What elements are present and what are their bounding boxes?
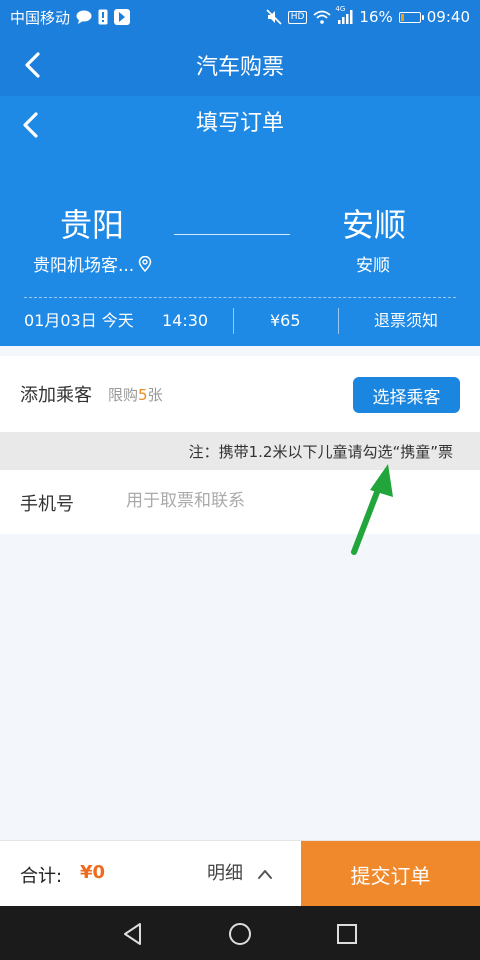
- limit-prefix: 限购: [108, 386, 139, 404]
- child-ticket-note-text: 注：携带1.2米以下儿童请勾选“携童”票: [188, 443, 453, 461]
- battery-percent: 16%: [359, 8, 393, 26]
- wifi-icon: [313, 10, 332, 24]
- hd-badge: HD: [287, 10, 308, 24]
- trip-info-bar: 01月03日 今天 14:30 ¥65 退票须知: [0, 308, 480, 334]
- submit-order-button[interactable]: 提交订单: [301, 841, 480, 907]
- alert-icon: [98, 9, 108, 25]
- choose-passenger-button[interactable]: 选择乘客: [353, 377, 460, 413]
- refund-notice-link[interactable]: 退票须知: [374, 308, 438, 334]
- child-ticket-note: 注：携带1.2米以下儿童请勾选“携童”票: [0, 432, 480, 470]
- ticket-price: ¥65: [270, 311, 301, 330]
- departure-date: 01月03日 今天: [24, 311, 134, 330]
- order-title: 填写订单: [195, 111, 284, 136]
- nav-home-icon[interactable]: [225, 919, 255, 949]
- from-city: 贵阳: [60, 206, 125, 244]
- phone-row: 手机号: [0, 470, 480, 534]
- annotation-arrow-icon: [351, 464, 393, 555]
- dashed-divider: [24, 297, 456, 298]
- battery-icon: [398, 11, 424, 23]
- bottom-bar: 合计: ¥0 明细 提交订单: [0, 840, 480, 907]
- limit-count: 5: [138, 386, 148, 404]
- message-icon: [76, 10, 92, 24]
- app-title: 汽车购票: [195, 55, 284, 80]
- back-chevron-icon[interactable]: [18, 48, 48, 82]
- app-notification-icon: [114, 9, 131, 25]
- detail-toggle[interactable]: 明细: [207, 859, 243, 885]
- phone-label: 手机号: [20, 494, 74, 515]
- info-separator: [233, 308, 234, 334]
- departure-time: 14:30: [162, 311, 209, 330]
- to-city: 安顺: [342, 206, 407, 244]
- clock: 09:40: [426, 8, 470, 26]
- location-pin-icon: [138, 255, 152, 272]
- battery-fill: [400, 13, 404, 21]
- purchase-limit: 限购5张: [108, 384, 163, 405]
- info-separator: [338, 308, 339, 334]
- add-passenger-row: 添加乘客 限购5张 选择乘客: [0, 356, 480, 432]
- nav-recents-icon[interactable]: [332, 919, 362, 949]
- signal-badge: 4G: [335, 5, 346, 13]
- total-value: ¥0: [80, 862, 106, 883]
- add-passenger-label: 添加乘客: [20, 385, 92, 406]
- from-station[interactable]: 贵阳机场客...: [33, 251, 152, 276]
- signal-icon: 4G: [335, 5, 353, 24]
- order-header: 填写订单 贵阳 安顺 贵阳机场客... 安顺 01月03日 今天 14:30 ¥…: [0, 96, 480, 346]
- mute-icon: [266, 9, 282, 25]
- app-bar: 汽车购票: [0, 34, 480, 96]
- system-nav-bar: [0, 906, 480, 960]
- from-station-label: 贵阳机场客...: [33, 256, 135, 276]
- chevron-up-icon[interactable]: [256, 867, 274, 881]
- carrier-label: 中国移动: [10, 8, 71, 27]
- status-bar: 中国移动 HD 4G 16% 09:40: [0, 0, 480, 34]
- to-station: 安顺: [356, 256, 390, 276]
- total-label: 合计:: [20, 866, 63, 887]
- route-line: [174, 234, 290, 235]
- nav-back-icon[interactable]: [118, 919, 148, 949]
- limit-suffix: 张: [147, 386, 163, 404]
